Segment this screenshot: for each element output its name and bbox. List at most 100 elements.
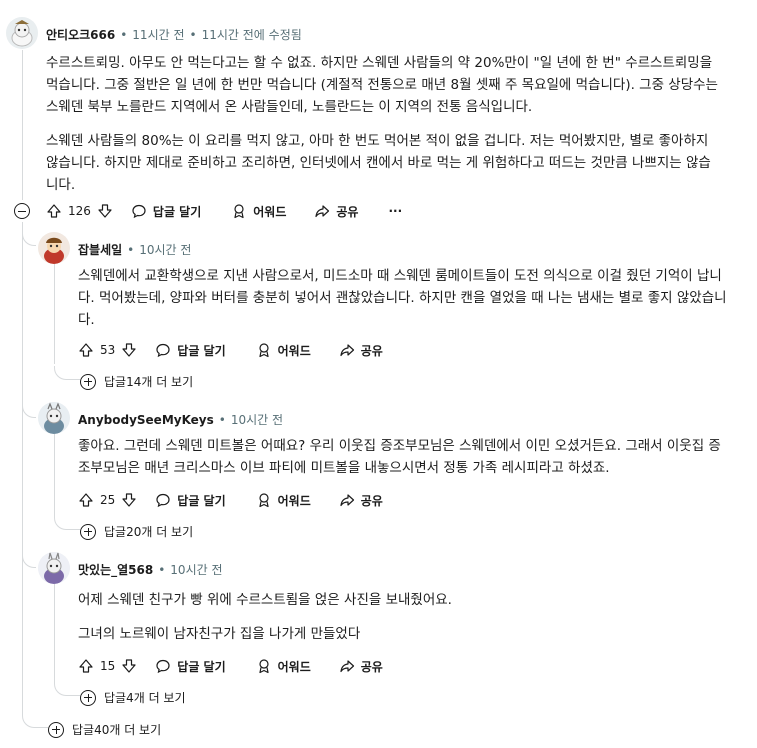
comment-body: 스웨덴에서 교환학생으로 지낸 사람으로서, 미드소마 때 스웨덴 룸메이트들이… <box>78 265 728 343</box>
thread-more-replies-button[interactable]: 답글40개 더 보기 <box>48 721 161 738</box>
share-button[interactable]: 공유 <box>339 342 383 359</box>
more-replies-button[interactable]: 답글4개 더 보기 <box>80 689 186 706</box>
comment-time: 11시간 전 <box>132 28 185 42</box>
comment-author[interactable]: 잡블세일 <box>78 241 122 258</box>
comment-meta: 잡블세일 • 10시간 전 <box>78 241 192 258</box>
plus-circle-icon <box>48 721 64 738</box>
downvote-icon <box>122 343 136 357</box>
reply-button[interactable]: 답글 달기 <box>131 203 201 220</box>
comment-bubble-icon <box>156 493 170 508</box>
downvote-button[interactable] <box>121 342 137 358</box>
upvote-icon <box>79 493 93 507</box>
share-button[interactable]: 공유 <box>339 492 383 509</box>
more-replies-label: 답글4개 더 보기 <box>104 691 186 705</box>
vote-count: 15 <box>100 659 116 673</box>
thread-curve-reply-2-more <box>54 514 80 530</box>
reply-label: 답글 달기 <box>177 343 226 358</box>
thread-line-reply-3 <box>54 584 55 680</box>
comment-author[interactable]: 안티오크666 <box>46 26 115 43</box>
comment-time: 10시간 전 <box>170 563 223 577</box>
upvote-button[interactable] <box>78 658 94 674</box>
thread-more-replies-label: 답글40개 더 보기 <box>72 723 162 737</box>
avatar[interactable] <box>6 17 38 49</box>
comment-author[interactable]: AnybodySeeMyKeys <box>78 413 214 427</box>
award-icon <box>259 659 269 674</box>
downvote-button[interactable] <box>97 203 113 219</box>
comment-time: 10시간 전 <box>139 243 192 257</box>
comment-actions: 25 답글 달기 어워드 공유 <box>78 488 383 512</box>
plus-circle-icon <box>80 523 96 540</box>
reply-label: 답글 달기 <box>177 659 226 674</box>
comment-bubble-icon <box>156 343 170 358</box>
award-button[interactable]: 어워드 <box>256 492 311 509</box>
share-button[interactable]: 공유 <box>314 203 358 220</box>
vote-count: 53 <box>100 343 116 357</box>
comment-bubble-icon <box>156 659 170 674</box>
reply-button[interactable]: 답글 달기 <box>155 342 226 359</box>
comment-actions: 15 답글 달기 어워드 공유 <box>78 654 383 678</box>
more-replies-label: 답글14개 더 보기 <box>104 375 194 389</box>
award-icon <box>259 343 269 358</box>
comment-paragraph: 수르스트뢰밍. 아무도 안 먹는다고는 할 수 없죠. 하지만 스웨덴 사람들의… <box>46 55 718 115</box>
comment-body: 어제 스웨덴 친구가 빵 위에 수르스트룀을 얹은 사진을 보내줬어요. 그녀의… <box>78 589 728 657</box>
downvote-button[interactable] <box>121 658 137 674</box>
comment-meta: 맛있는_열568 • 10시간 전 <box>78 561 223 578</box>
collapse-thread-button[interactable] <box>14 203 30 219</box>
upvote-icon <box>47 204 61 218</box>
more-replies-button[interactable]: 답글20개 더 보기 <box>80 523 193 540</box>
share-button[interactable]: 공유 <box>339 658 383 675</box>
award-button[interactable]: 어워드 <box>256 658 311 675</box>
thread-line-main <box>22 50 23 200</box>
avatar[interactable] <box>38 402 70 434</box>
comment-body: 좋아요. 그런데 스웨덴 미트볼은 어때요? 우리 이웃집 증조부모님은 스웨덴… <box>78 435 728 491</box>
thread-curve-reply-1 <box>22 222 36 246</box>
thread-line-main-lower <box>22 222 23 712</box>
avatar[interactable] <box>38 552 70 584</box>
award-button[interactable]: 어워드 <box>231 203 286 220</box>
comment-bubble-icon <box>132 204 146 219</box>
downvote-icon <box>122 493 136 507</box>
comment-meta: AnybodySeeMyKeys • 10시간 전 <box>78 412 284 428</box>
award-label: 어워드 <box>277 659 311 674</box>
thread-line-reply-1 <box>54 264 55 364</box>
comment-paragraph: 스웨덴 사람들의 80%는 이 요리를 먹지 않고, 아마 한 번도 먹어본 적… <box>46 133 711 193</box>
share-icon <box>315 205 330 218</box>
downvote-icon <box>98 204 112 218</box>
more-replies-button[interactable]: 답글14개 더 보기 <box>80 373 193 390</box>
comment-paragraph: 어제 스웨덴 친구가 빵 위에 수르스트룀을 얹은 사진을 보내줬어요. <box>78 592 452 608</box>
share-label: 공유 <box>360 493 383 508</box>
reply-button[interactable]: 답글 달기 <box>155 492 226 509</box>
share-icon <box>340 344 354 357</box>
upvote-button[interactable] <box>78 342 94 358</box>
comment-paragraph: 좋아요. 그런데 스웨덴 미트볼은 어때요? 우리 이웃집 증조부모님은 스웨덴… <box>78 438 721 476</box>
award-label: 어워드 <box>277 493 311 508</box>
award-button[interactable]: 어워드 <box>256 342 311 359</box>
upvote-button[interactable] <box>46 203 62 219</box>
downvote-icon <box>122 659 136 673</box>
downvote-button[interactable] <box>121 492 137 508</box>
upvote-icon <box>79 343 93 357</box>
share-label: 공유 <box>360 343 383 358</box>
thread-line-reply-2 <box>54 434 55 514</box>
more-replies-label: 답글20개 더 보기 <box>104 525 194 539</box>
thread-curve-reply-3-more <box>54 680 80 696</box>
share-icon <box>340 660 354 673</box>
comment-body: 수르스트뢰밍. 아무도 안 먹는다고는 할 수 없죠. 하지만 스웨덴 사람들의… <box>46 52 718 208</box>
thread-curve-reply-3 <box>22 548 36 568</box>
more-options-button[interactable]: ··· <box>388 204 402 218</box>
comment-edited: 11시간 전에 수정됨 <box>201 28 302 42</box>
award-icon <box>234 204 244 219</box>
upvote-button[interactable] <box>78 492 94 508</box>
award-icon <box>259 493 269 508</box>
thread-curve-reply-1-more <box>54 366 80 380</box>
reply-button[interactable]: 답글 달기 <box>155 658 226 675</box>
share-label: 공유 <box>360 659 383 674</box>
comment-actions: 126 답글 달기 어워드 공유 ··· <box>46 199 402 223</box>
plus-circle-icon <box>80 689 96 706</box>
comment-time: 10시간 전 <box>230 413 284 427</box>
avatar[interactable] <box>38 232 70 264</box>
more-options-icon: ··· <box>388 204 403 218</box>
share-label: 공유 <box>336 204 359 219</box>
plus-circle-icon <box>80 373 96 390</box>
comment-author[interactable]: 맛있는_열568 <box>78 561 153 578</box>
